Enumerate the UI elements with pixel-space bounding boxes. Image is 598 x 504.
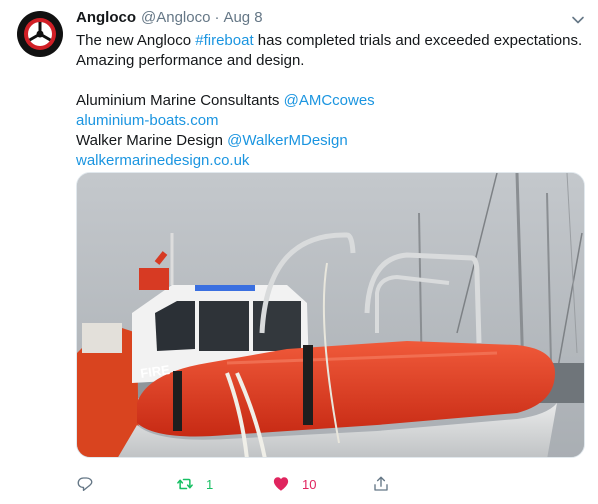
text-segment: has completed trials and exceeded expect… xyxy=(253,32,583,49)
tweet-text: The new Angloco #fireboat has completed … xyxy=(76,31,588,171)
share-button[interactable] xyxy=(372,470,390,498)
angloco-logo-icon xyxy=(17,11,63,57)
tweet-text-line: Amazing performance and design. xyxy=(76,52,305,69)
separator-dot: · xyxy=(214,9,220,26)
url-link[interactable]: walkermarinedesign.co.uk xyxy=(76,152,249,169)
like-count: 10 xyxy=(302,476,317,492)
tweet-timestamp[interactable]: Aug 8 xyxy=(223,9,262,26)
display-name[interactable]: Angloco xyxy=(76,9,136,26)
reply-button[interactable] xyxy=(76,470,94,498)
tweet-text-line: Aluminium Marine Consultants @AMCcowes xyxy=(76,91,588,111)
tweet-text-line: The new Angloco #fireboat has completed … xyxy=(76,31,588,51)
reply-icon xyxy=(77,477,93,492)
tweet-text-line: aluminium-boats.com xyxy=(76,111,588,131)
text-segment: Walker Marine Design xyxy=(76,132,228,149)
hashtag-link[interactable]: #fireboat xyxy=(195,32,253,49)
fireboat-photo: FIRE xyxy=(77,173,584,457)
tweet-text-line: walkermarinedesign.co.uk xyxy=(76,151,588,171)
tweet-actions: 1 10 xyxy=(76,470,588,498)
retweet-button[interactable]: 1 xyxy=(176,470,213,498)
mention-link[interactable]: @WalkerMDesign xyxy=(227,132,348,149)
user-handle[interactable]: @Angloco xyxy=(141,9,210,26)
retweet-count: 1 xyxy=(206,476,214,492)
retweet-icon xyxy=(177,478,193,490)
tweet[interactable]: Angloco @Angloco · Aug 8 The new Angloco… xyxy=(0,0,598,504)
tweet-text-line: Walker Marine Design @WalkerMDesign xyxy=(76,131,588,151)
avatar[interactable] xyxy=(16,10,64,58)
url-link[interactable]: aluminium-boats.com xyxy=(76,112,219,129)
tweet-header: Angloco @Angloco · Aug 8 xyxy=(76,9,263,29)
share-icon xyxy=(374,476,388,491)
text-segment: Aluminium Marine Consultants xyxy=(76,92,284,109)
tweet-photo[interactable]: FIRE xyxy=(76,172,585,458)
mention-link[interactable]: @AMCcowes xyxy=(284,92,375,109)
heart-icon xyxy=(273,477,289,491)
like-button[interactable]: 10 xyxy=(272,470,316,498)
chevron-down-icon[interactable] xyxy=(570,12,586,28)
text-segment: The new Angloco xyxy=(76,32,196,49)
